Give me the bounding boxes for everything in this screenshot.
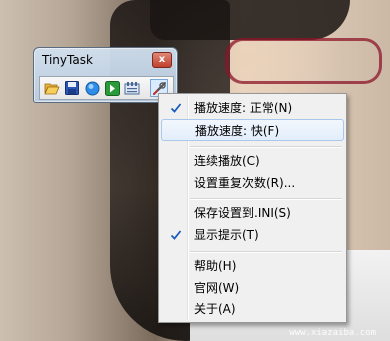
menu-separator: [190, 198, 342, 200]
menu-item-speed-fast[interactable]: 播放速度: 快(F): [161, 119, 344, 141]
menu-item-label: 帮助(H): [194, 259, 237, 273]
menu-item-label: 设置重复次数(R)...: [194, 176, 296, 190]
menu-item-label: 显示提示(T): [194, 228, 259, 242]
menu-item-label: 连续播放(C): [194, 154, 260, 168]
menu-item-label: 保存设置到.INI(S): [194, 206, 291, 220]
context-menu: 播放速度: 正常(N) 播放速度: 快(F) 连续播放(C) 设置重复次数(R)…: [158, 93, 347, 323]
menu-item-about[interactable]: 关于(A): [161, 298, 344, 320]
menu-separator: [190, 251, 342, 253]
save-button[interactable]: [63, 79, 81, 97]
open-icon: [44, 83, 60, 95]
watermark-url: www.xiazaiba.com: [289, 328, 376, 338]
menu-item-save-ini[interactable]: 保存设置到.INI(S): [161, 202, 344, 224]
menu-item-help[interactable]: 帮助(H): [161, 255, 344, 277]
menu-item-show-tips[interactable]: 显示提示(T): [161, 224, 344, 246]
save-icon: [65, 81, 79, 95]
menu-item-label: 播放速度: 快(F): [195, 124, 280, 138]
menu-item-website[interactable]: 官网(W): [161, 277, 344, 299]
menu-item-label: 播放速度: 正常(N): [194, 101, 293, 115]
window-title: TinyTask: [42, 53, 93, 67]
checkmark-icon: [167, 97, 185, 119]
play-icon: [104, 80, 120, 96]
open-button[interactable]: [43, 79, 61, 97]
checkmark-icon: [167, 224, 185, 246]
play-button[interactable]: [103, 79, 121, 97]
tinytask-window[interactable]: TinyTask x: [33, 47, 178, 103]
close-button[interactable]: x: [152, 52, 172, 68]
menu-item-speed-normal[interactable]: 播放速度: 正常(N): [161, 97, 344, 119]
menu-item-label: 关于(A): [194, 302, 236, 316]
record-icon: [85, 81, 99, 95]
menu-separator: [190, 146, 342, 148]
background-photo-glasses: [225, 38, 382, 84]
menu-item-repeat-count[interactable]: 设置重复次数(R)...: [161, 172, 344, 194]
record-button[interactable]: [83, 79, 101, 97]
menu-item-continuous-play[interactable]: 连续播放(C): [161, 150, 344, 172]
compile-icon: [124, 81, 140, 94]
menu-item-label: 官网(W): [194, 281, 240, 295]
toolbar: [39, 76, 174, 100]
compile-button[interactable]: [123, 79, 141, 97]
